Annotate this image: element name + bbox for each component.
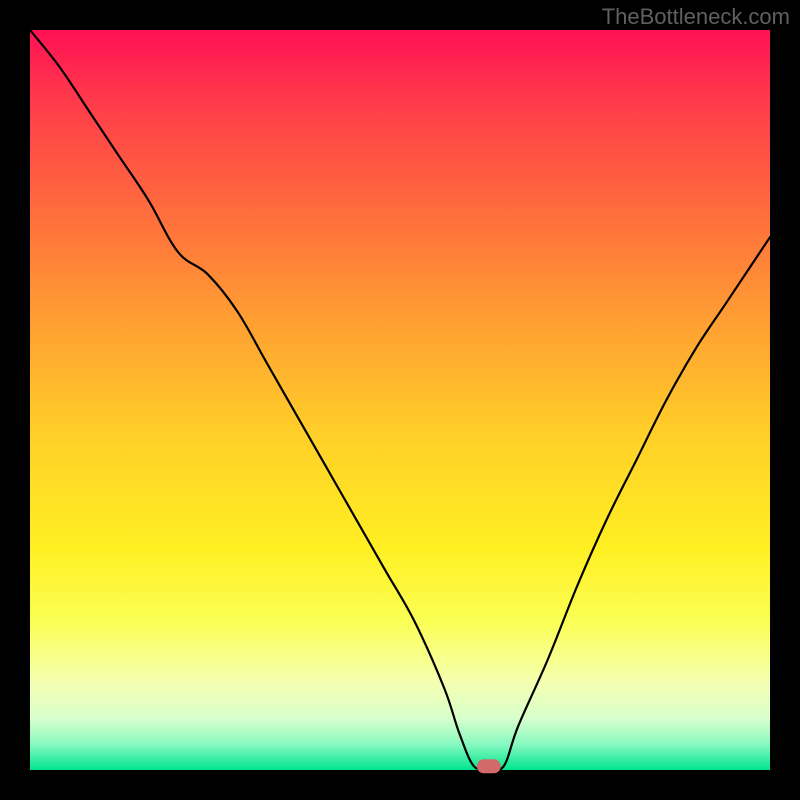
- optimum-marker: [477, 759, 501, 773]
- chart-svg: [0, 0, 800, 800]
- watermark-text: TheBottleneck.com: [602, 4, 790, 30]
- bottleneck-chart: TheBottleneck.com: [0, 0, 800, 800]
- gradient-background: [30, 30, 770, 770]
